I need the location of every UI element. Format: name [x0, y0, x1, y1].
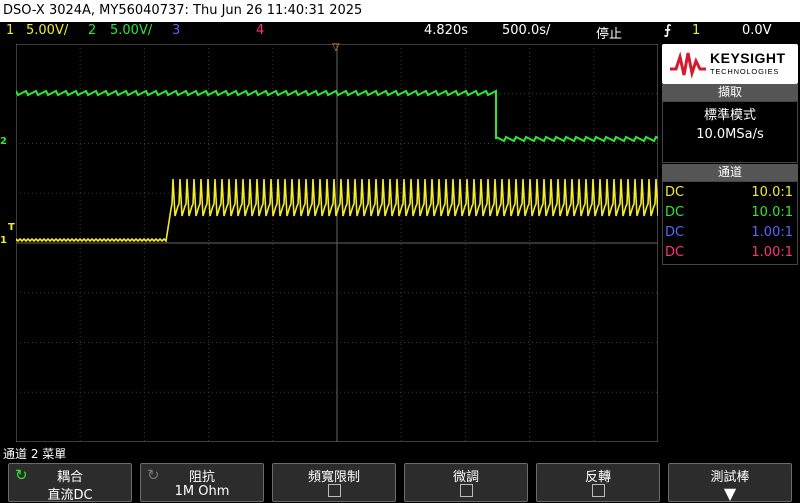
acquire-mode: 標準模式: [703, 108, 756, 123]
ch2-label[interactable]: 2: [88, 23, 96, 38]
softkey-invert[interactable]: 反轉: [536, 463, 660, 502]
channel-panel: DC 10.0:1 DC 10.0:1 DC 1.00:1 DC 1.00:1: [662, 181, 798, 265]
softkey-fine[interactable]: 微調: [404, 463, 528, 502]
trigger-position-icon[interactable]: ▽: [332, 42, 340, 53]
invert-checkbox[interactable]: [591, 484, 605, 497]
side-panel: KEYSIGHT TECHNOLOGIES 擷取 標準模式 10.0MSa/s …: [660, 44, 800, 442]
keysight-wave-icon: [670, 51, 706, 79]
waveform-display[interactable]: [16, 44, 658, 442]
status-bar: 1 5.00V/ 2 5.00V/ 3 4 4.820s 500.0s/ 停止 …: [0, 22, 800, 42]
channel-row-3[interactable]: DC 1.00:1: [663, 223, 797, 243]
run-state: 停止: [596, 27, 623, 42]
waveform-svg: [16, 44, 658, 442]
softkey-coupling[interactable]: ↻ 耦合 直流DC: [8, 463, 132, 503]
trigger-level-marker[interactable]: T: [8, 222, 15, 233]
ch2-ground-marker[interactable]: 2: [0, 136, 7, 147]
time-scale[interactable]: 500.0s/: [502, 23, 550, 38]
ch2-scale[interactable]: 5.00V/: [110, 23, 152, 38]
sample-rate: 10.0MSa/s: [696, 127, 764, 142]
down-arrow-icon: ▼: [723, 484, 737, 503]
ch1-scale[interactable]: 5.00V/: [26, 23, 68, 38]
ch1-ground-marker[interactable]: 1: [0, 235, 7, 246]
trigger-channel[interactable]: 1: [692, 23, 700, 38]
channel-header[interactable]: 通道: [662, 164, 798, 181]
acquire-header[interactable]: 擷取: [662, 84, 798, 101]
time-position[interactable]: 4.820s: [424, 23, 468, 38]
acquire-panel: 標準模式 10.0MSa/s: [662, 101, 798, 163]
menu-title: 通道 2 菜單: [3, 447, 67, 461]
trigger-edge-icon: ⨍: [664, 23, 672, 38]
window-title: DSO-X 3024A, MY56040737: Thu Jun 26 11:4…: [0, 0, 800, 22]
channel-row-2[interactable]: DC 10.0:1: [663, 203, 797, 223]
ch1-label[interactable]: 1: [6, 23, 14, 38]
softkey-probe[interactable]: 測試棒 ▼: [668, 463, 792, 503]
channel-row-1[interactable]: DC 10.0:1: [663, 183, 797, 203]
bw-limit-checkbox[interactable]: [327, 484, 341, 497]
ch3-label[interactable]: 3: [172, 23, 180, 38]
trigger-level[interactable]: 0.0V: [742, 23, 772, 38]
fine-checkbox[interactable]: [459, 484, 473, 497]
brand-sub: TECHNOLOGIES: [710, 67, 780, 76]
channel-row-4[interactable]: DC 1.00:1: [663, 243, 797, 263]
softkey-impedance[interactable]: ↻ 阻抗 1M Ohm: [140, 463, 264, 502]
ch4-label[interactable]: 4: [256, 23, 264, 38]
brand-name: KEYSIGHT: [710, 50, 786, 66]
keysight-logo: KEYSIGHT TECHNOLOGIES: [662, 44, 798, 84]
softkey-bw-limit[interactable]: 頻寬限制: [272, 463, 396, 502]
